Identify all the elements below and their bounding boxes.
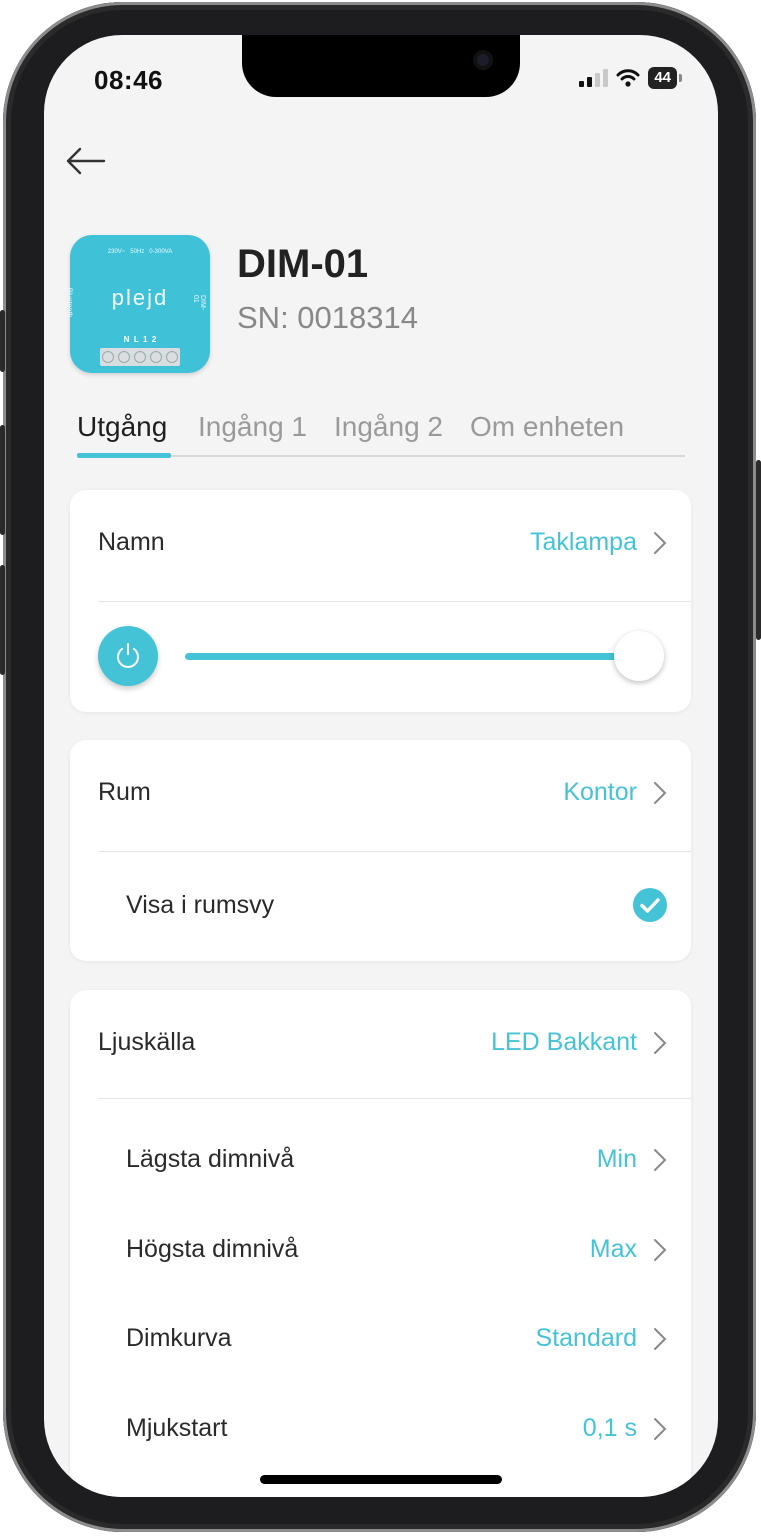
dim-curve-row[interactable]: Dimkurva Standard — [98, 1324, 667, 1353]
chevron-right-icon — [654, 1238, 667, 1261]
room-label: Rum — [98, 778, 151, 806]
checkmark-icon[interactable] — [633, 888, 667, 922]
divider — [98, 601, 691, 602]
soft-start-value: 0,1 s — [582, 1414, 637, 1442]
chevron-right-icon — [654, 781, 667, 804]
cellular-signal-icon — [579, 69, 609, 87]
light-source-label: Ljuskälla — [98, 1028, 196, 1056]
soft-start-row[interactable]: Mjukstart 0,1 s — [98, 1414, 667, 1443]
divider — [98, 1098, 691, 1099]
chevron-right-icon — [654, 1417, 667, 1440]
light-source-card: Ljuskälla LED Bakkant Lägsta dimnivå Min… — [70, 990, 691, 1497]
front-camera — [473, 50, 493, 70]
device-side-label-left: Bluetooth — [65, 287, 73, 318]
light-source-row[interactable]: Ljuskälla LED Bakkant — [98, 1028, 667, 1057]
volume-down-button — [0, 565, 5, 675]
notch — [242, 35, 520, 97]
app-screen: 08:46 44 230V~ 50Hz 0-300VA plejd Blueto… — [44, 35, 718, 1497]
battery-icon: 44 — [648, 67, 682, 89]
power-icon — [117, 643, 139, 668]
back-arrow-icon[interactable] — [64, 143, 108, 179]
show-in-room-view-row[interactable]: Visa i rumsvy — [98, 888, 667, 922]
device-serial-number: SN: 0018314 — [237, 300, 418, 335]
name-row[interactable]: Namn Taklampa — [98, 528, 667, 557]
chevron-right-icon — [654, 531, 667, 554]
device-side-label-right: DIM-01 — [192, 295, 206, 311]
power-toggle-button[interactable] — [98, 626, 158, 686]
room-card: Rum Kontor Visa i rumsvy — [70, 740, 691, 961]
device-title: DIM-01 — [237, 242, 369, 286]
status-icons: 44 — [579, 67, 682, 89]
light-source-value: LED Bakkant — [491, 1028, 637, 1056]
max-dim-level-row[interactable]: Högsta dimnivå Max — [98, 1235, 667, 1264]
active-tab-indicator — [77, 453, 171, 458]
device-spec-label: 230V~ 50Hz 0-300VA — [107, 249, 173, 255]
tab-bar: Utgång Ingång 1 Ingång 2 Om enheten — [77, 405, 685, 458]
dim-curve-label: Dimkurva — [126, 1324, 232, 1352]
device-image: 230V~ 50Hz 0-300VA plejd Bluetooth DIM-0… — [65, 235, 210, 373]
status-time: 08:46 — [94, 65, 163, 95]
tab-about-device[interactable]: Om enheten — [470, 411, 624, 443]
power-side-button — [756, 460, 761, 640]
device-terminal-label: N L 1 2 — [123, 335, 157, 344]
tab-input-1[interactable]: Ingång 1 — [198, 411, 307, 443]
room-value: Kontor — [563, 778, 637, 806]
battery-level: 44 — [648, 67, 677, 89]
volume-up-button — [0, 425, 5, 535]
brightness-slider-track[interactable] — [185, 653, 635, 660]
wifi-icon — [616, 69, 640, 87]
max-dim-level-value: Max — [589, 1235, 637, 1263]
max-dim-level-label: Högsta dimnivå — [126, 1235, 299, 1263]
chevron-right-icon — [654, 1031, 667, 1054]
name-label: Namn — [98, 528, 165, 556]
mute-switch — [0, 310, 5, 372]
show-in-room-view-label: Visa i rumsvy — [126, 890, 275, 919]
output-card: Namn Taklampa — [70, 490, 691, 712]
room-row[interactable]: Rum Kontor — [98, 778, 667, 807]
home-indicator[interactable] — [260, 1475, 502, 1484]
min-dim-level-value: Min — [596, 1145, 637, 1173]
min-dim-level-label: Lägsta dimnivå — [126, 1145, 295, 1173]
tab-input-2[interactable]: Ingång 2 — [334, 411, 443, 443]
chevron-right-icon — [654, 1148, 667, 1171]
brightness-slider-thumb[interactable] — [614, 631, 664, 681]
name-value: Taklampa — [530, 528, 637, 556]
soft-start-label: Mjukstart — [126, 1414, 228, 1442]
device-terminal-block — [100, 348, 180, 366]
chevron-right-icon — [654, 1327, 667, 1350]
device-brand-label: plejd — [111, 285, 169, 310]
dim-curve-value: Standard — [535, 1324, 637, 1352]
min-dim-level-row[interactable]: Lägsta dimnivå Min — [98, 1145, 667, 1174]
divider — [98, 851, 691, 852]
tab-output[interactable]: Utgång — [77, 411, 167, 443]
